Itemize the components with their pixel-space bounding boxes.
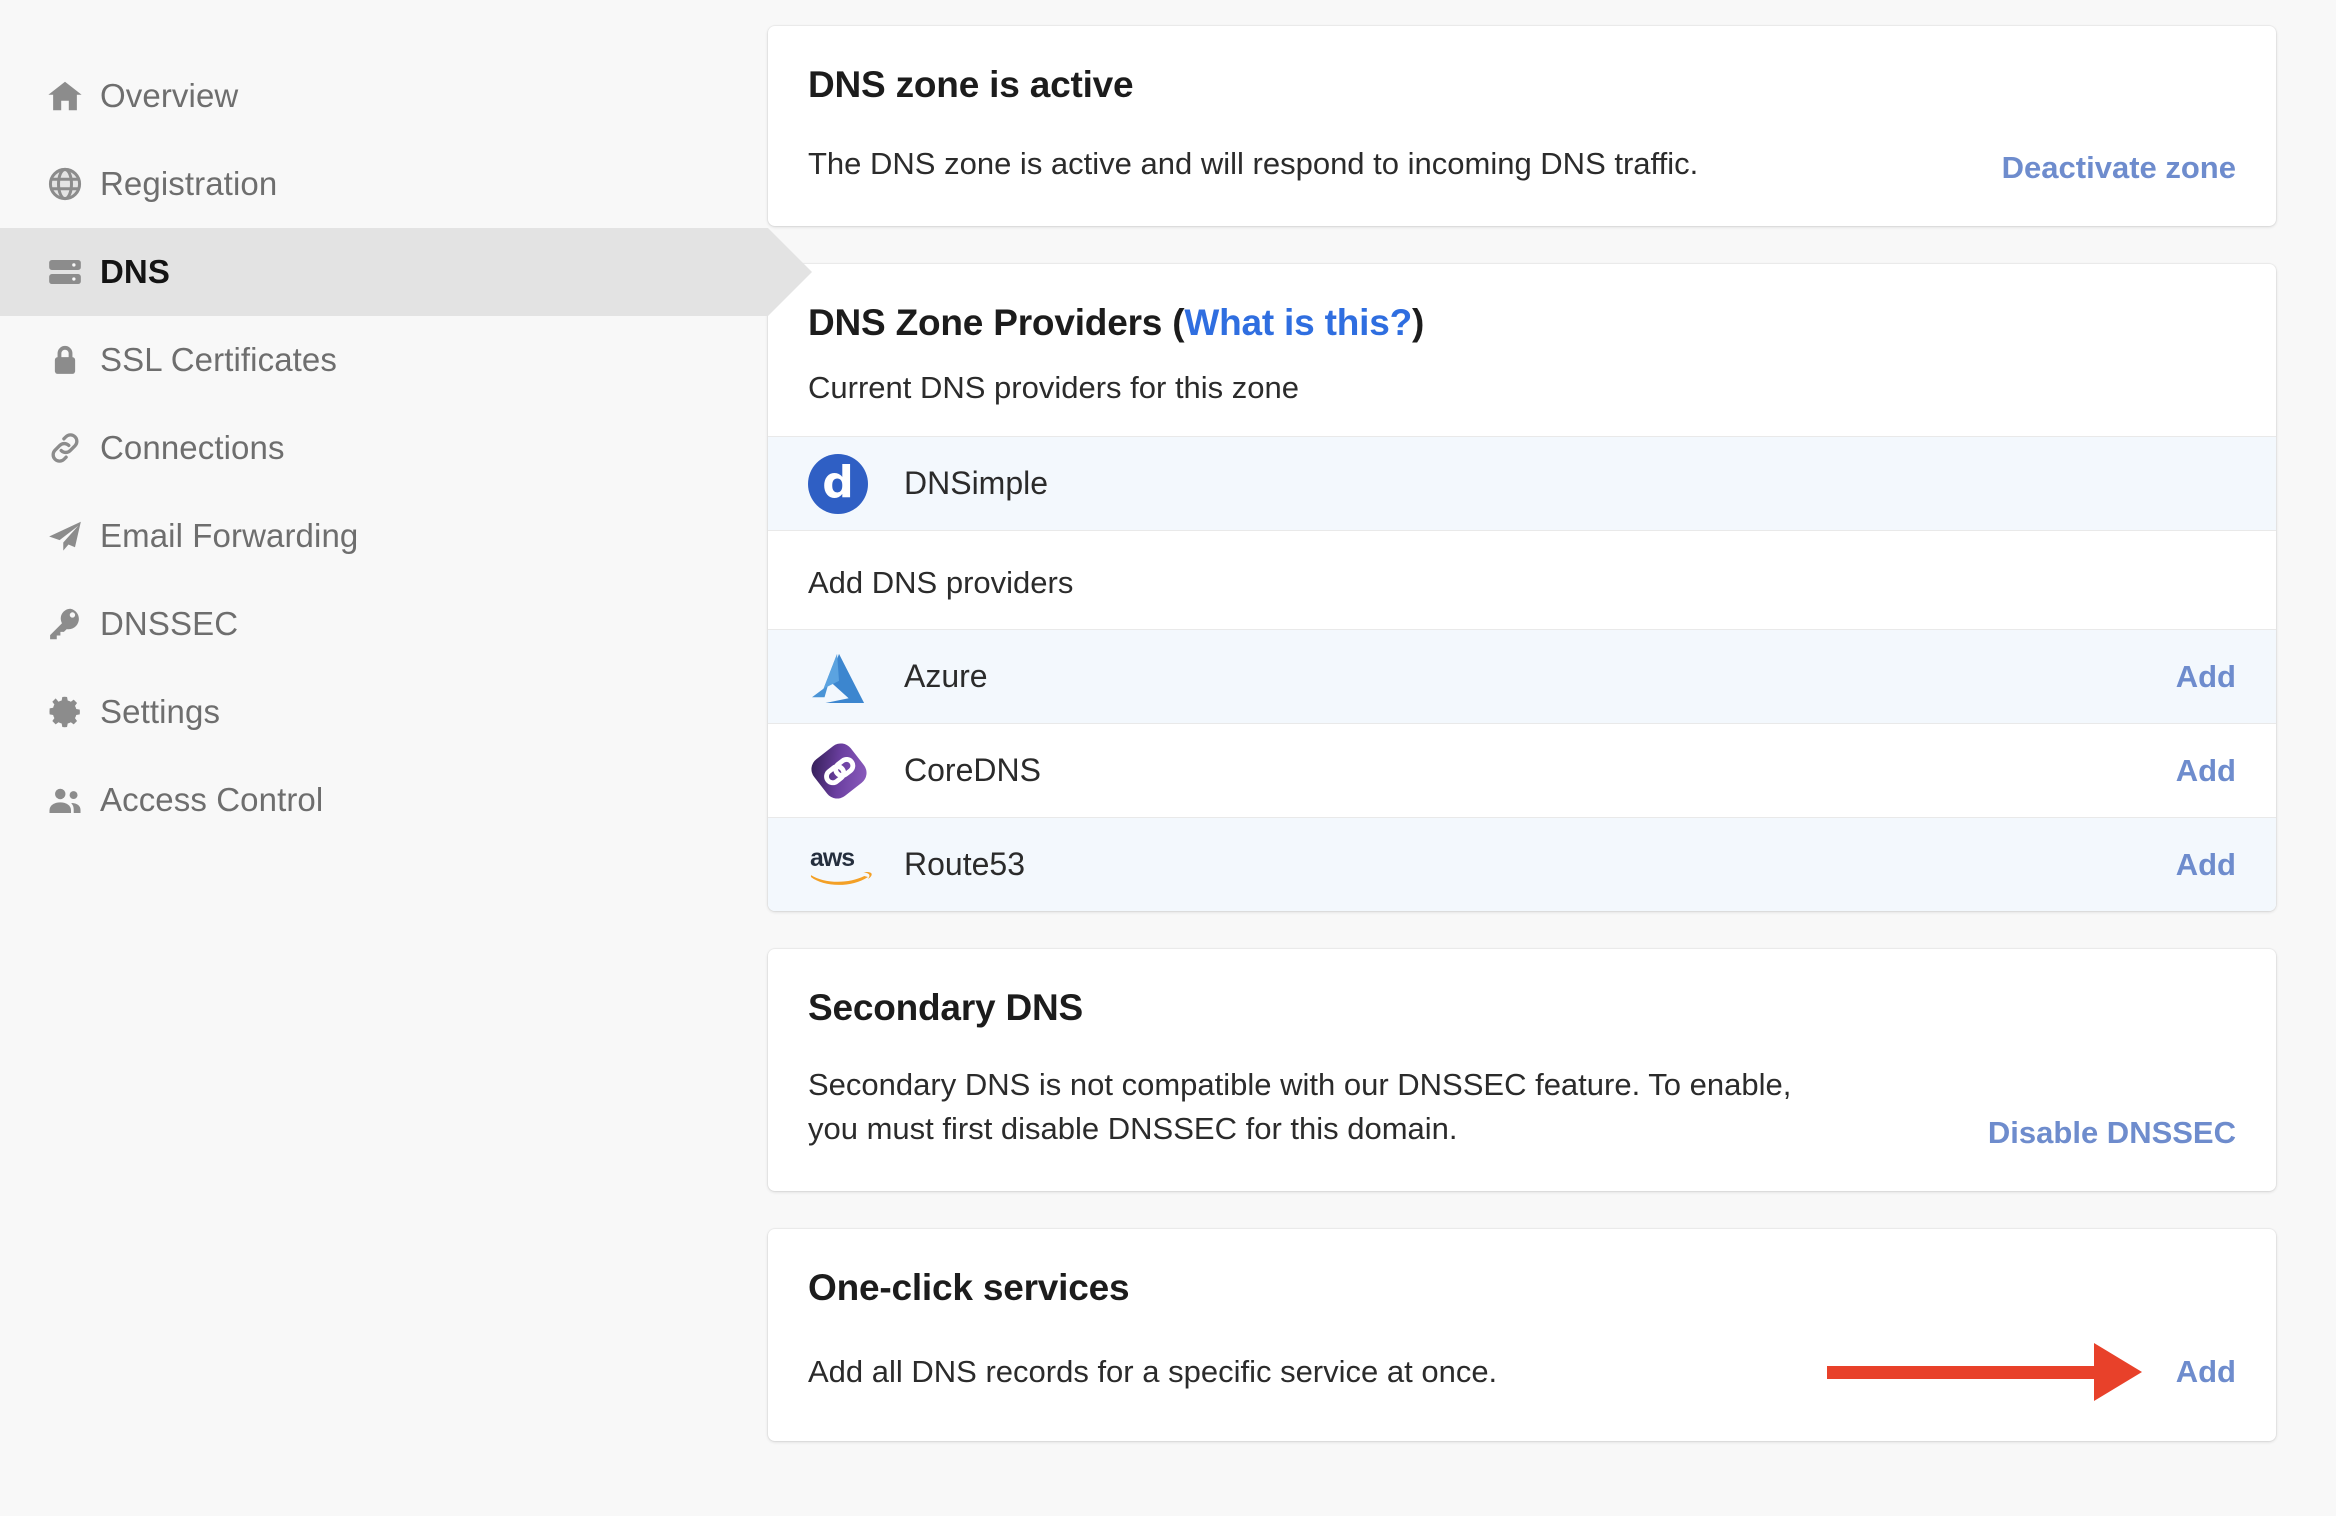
secondary-dns-description-line1: Secondary DNS is not compatible with our… — [808, 1063, 1791, 1107]
sidebar-item-settings[interactable]: Settings — [0, 668, 768, 756]
dnsimple-badge-letter: d — [808, 454, 868, 514]
providers-title: DNS Zone Providers (What is this?) — [808, 302, 2236, 344]
sidebar-item-label: Overview — [100, 77, 238, 115]
sidebar-navigation: Overview Registration — [0, 0, 768, 844]
sidebar-item-label: Email Forwarding — [100, 517, 358, 555]
lock-icon — [46, 341, 100, 379]
current-provider-row[interactable]: d DNSimple — [768, 436, 2276, 530]
secondary-dns-description-line2: you must first disable DNSSEC for this d… — [808, 1107, 1791, 1151]
sidebar-item-label: DNS — [100, 253, 170, 291]
gear-icon — [46, 693, 100, 731]
dns-zone-providers-card: DNS Zone Providers (What is this?) Curre… — [768, 264, 2276, 911]
providers-title-suffix: ) — [1412, 302, 1424, 343]
secondary-dns-description: Secondary DNS is not compatible with our… — [808, 1063, 1791, 1151]
link-icon — [46, 429, 100, 467]
sidebar-item-connections[interactable]: Connections — [0, 404, 768, 492]
sidebar-item-dns[interactable]: DNS — [0, 228, 768, 316]
sidebar-item-label: Connections — [100, 429, 285, 467]
what-is-this-link[interactable]: What is this? — [1184, 302, 1412, 343]
arrow-head — [2094, 1343, 2142, 1401]
available-provider-row-azure[interactable]: Azure Add — [768, 629, 2276, 723]
add-provider-link[interactable]: Add — [2176, 753, 2236, 789]
dns-management-page: Overview Registration — [0, 0, 2336, 1516]
available-provider-row-route53[interactable]: aws Route53 Add — [768, 817, 2276, 911]
sidebar-item-dnssec[interactable]: DNSSEC — [0, 580, 768, 668]
arrow-shaft — [1827, 1366, 2095, 1379]
sidebar-item-label: Access Control — [100, 781, 323, 819]
disable-dnssec-link[interactable]: Disable DNSSEC — [1988, 1115, 2236, 1151]
secondary-dns-card: Secondary DNS Secondary DNS is not compa… — [768, 949, 2276, 1191]
sidebar-item-access-control[interactable]: Access Control — [0, 756, 768, 844]
secondary-dns-title: Secondary DNS — [808, 987, 2236, 1029]
server-icon — [46, 253, 100, 291]
provider-name: Route53 — [904, 846, 2176, 883]
providers-title-prefix: DNS Zone Providers ( — [808, 302, 1184, 343]
dnsimple-logo: d — [808, 454, 904, 514]
sidebar-item-ssl-certificates[interactable]: SSL Certificates — [0, 316, 768, 404]
one-click-services-description: Add all DNS records for a specific servi… — [808, 1354, 1497, 1390]
zone-status-description: The DNS zone is active and will respond … — [808, 142, 1698, 186]
one-click-services-card: One-click services Add all DNS records f… — [768, 1229, 2276, 1441]
sidebar-item-label: Registration — [100, 165, 277, 203]
provider-name: Azure — [904, 658, 2176, 695]
deactivate-zone-link[interactable]: Deactivate zone — [2002, 150, 2236, 186]
one-click-add-link[interactable]: Add — [2176, 1354, 2236, 1390]
provider-name: DNSimple — [904, 465, 2236, 502]
globe-icon — [46, 165, 100, 203]
key-icon — [46, 605, 100, 643]
one-click-services-title: One-click services — [808, 1267, 2236, 1309]
red-arrow-annotation-icon — [1827, 1343, 2142, 1401]
paper-plane-icon — [46, 517, 100, 555]
sidebar-item-email-forwarding[interactable]: Email Forwarding — [0, 492, 768, 580]
sidebar-item-overview[interactable]: Overview — [0, 52, 768, 140]
users-icon — [46, 781, 100, 819]
sidebar-item-label: Settings — [100, 693, 220, 731]
svg-text:aws: aws — [810, 844, 854, 871]
azure-logo — [808, 650, 904, 704]
page-title: DNS zone is active — [808, 64, 2236, 106]
sidebar-item-label: SSL Certificates — [100, 341, 337, 379]
add-provider-link[interactable]: Add — [2176, 847, 2236, 883]
home-icon — [46, 77, 100, 115]
provider-name: CoreDNS — [904, 752, 2176, 789]
sidebar-item-registration[interactable]: Registration — [0, 140, 768, 228]
coredns-logo — [808, 740, 904, 802]
add-provider-link[interactable]: Add — [2176, 659, 2236, 695]
sidebar-item-label: DNSSEC — [100, 605, 238, 643]
current-providers-heading: Current DNS providers for this zone — [808, 370, 2236, 406]
dns-zone-status-card: DNS zone is active The DNS zone is activ… — [768, 26, 2276, 226]
main-content: DNS zone is active The DNS zone is activ… — [768, 0, 2336, 1479]
available-provider-row-coredns[interactable]: CoreDNS Add — [768, 723, 2276, 817]
aws-logo: aws — [808, 842, 904, 888]
add-providers-heading: Add DNS providers — [768, 530, 2276, 629]
